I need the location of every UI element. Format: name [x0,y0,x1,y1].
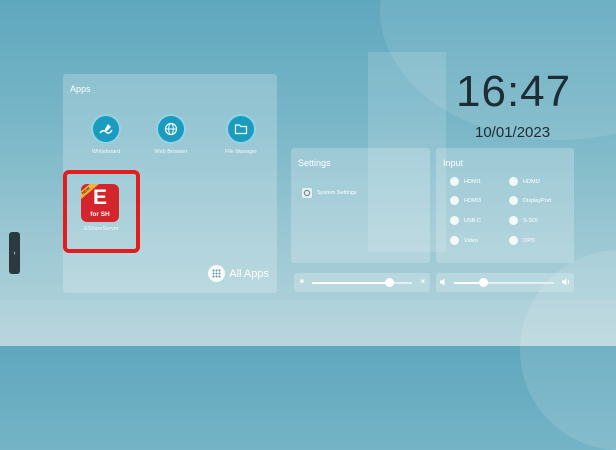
input-source-video[interactable]: Video [450,236,478,245]
clock-date: 10/01/2023 [475,124,551,141]
eshare-app-icon: NEW E for SH [81,184,119,222]
globe-icon [156,114,186,144]
input-source-hdmi3[interactable]: HDMI3 [450,196,481,205]
eshare-icon-letter: E [92,186,107,209]
input-port-icon [509,236,518,245]
input-panel-title: Input [443,158,464,168]
brightness-knob[interactable] [385,278,394,287]
app-web-browser[interactable]: Web Browser [144,114,198,155]
all-apps-button[interactable]: All Apps [208,265,269,282]
input-source-hdmi2[interactable]: HDMI2 [509,177,540,186]
folder-icon [226,114,256,144]
input-port-icon [450,196,459,205]
input-source-label: USB-C [464,217,482,224]
speaker-low-icon [439,277,449,287]
app-whiteboard[interactable]: Whiteboard [79,114,133,155]
input-source-hdmi1[interactable]: HDMI1 [450,177,481,186]
volume-knob[interactable] [479,278,488,287]
eshare-app-label: EShareServer [84,226,119,232]
input-source-label: HDMI3 [464,197,482,204]
input-port-icon [450,236,459,245]
app-label: Web Browser [154,149,188,155]
side-panel-toggle[interactable]: › [9,232,20,274]
input-panel: Input HDMI1 HDMI2 HDMI3 DisplayPort USB-… [436,148,574,263]
volume-slider[interactable] [436,273,574,292]
eshare-highlight-frame[interactable]: NEW E for SH EShareServer [63,170,140,253]
input-source-label: DisplayPort [523,197,552,204]
chevron-right-icon: › [13,249,16,257]
input-source-displayport[interactable]: DisplayPort [509,196,551,205]
all-apps-label: All Apps [229,267,269,280]
input-source-label: OPS [523,237,535,244]
system-settings-item[interactable]: System Settings [302,188,357,198]
input-source-label: S-SDI [523,217,538,224]
input-port-icon [450,216,459,225]
app-label: Whiteboard [91,149,121,155]
input-port-icon [509,177,518,186]
input-port-icon [450,177,459,186]
input-port-icon [509,216,518,225]
input-source-label: HDMI2 [523,178,541,185]
input-source-label: Video [464,237,478,244]
input-port-icon [509,196,518,205]
app-file-manager[interactable]: File Manager [214,114,268,155]
apps-panel-title: Apps [70,84,91,94]
clock-time: 16:47 [456,67,572,116]
grid-dots-icon [208,265,226,282]
input-source-usbc[interactable]: USB-C [450,216,481,225]
input-source-ops[interactable]: OPS [509,236,535,245]
app-label: File Manager [224,149,258,155]
input-source-label: HDMI1 [464,178,482,185]
brightness-slider[interactable]: ✷ ☀ [294,273,430,292]
settings-panel-title: Settings [298,158,331,168]
brightness-fill [312,282,389,284]
brightness-low-icon: ✷ [298,277,306,286]
gear-icon [302,188,312,198]
brightness-high-icon: ☀ [419,277,427,286]
settings-panel: Settings System Settings [291,148,430,263]
apps-panel: Apps Whiteboard Web Browser File Manager… [63,74,277,293]
speaker-high-icon [561,277,571,287]
system-settings-label: System Settings [317,190,357,196]
eshare-icon-subtext: for SH [90,211,110,218]
input-source-ssdi[interactable]: S-SDI [509,216,538,225]
whiteboard-pen-icon [91,114,121,144]
